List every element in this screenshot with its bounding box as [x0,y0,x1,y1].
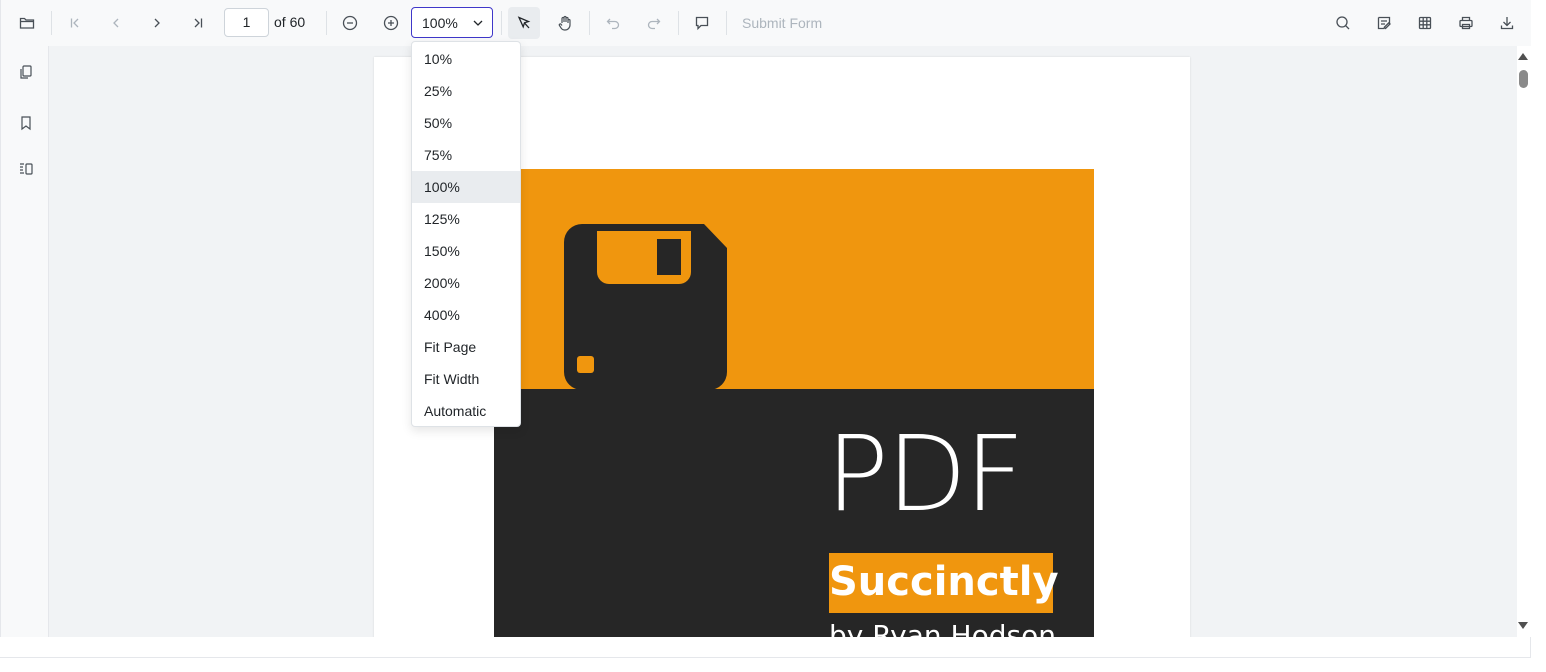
redo-button[interactable] [638,7,670,39]
toolbar-separator [678,11,679,35]
zoom-out-icon [342,15,358,31]
text-select-icon [517,16,531,29]
annotation-button[interactable] [1368,7,1400,39]
undo-icon [606,18,620,30]
first-page-icon [70,18,79,28]
form-designer-icon [1418,16,1432,30]
toolbar-separator [501,11,502,35]
scrollbar-thumb[interactable] [1519,70,1528,88]
previous-page-button[interactable] [100,7,132,39]
undo-button[interactable] [597,7,629,39]
open-file-button[interactable] [11,7,43,39]
redo-icon [647,18,661,30]
toolbar-separator [51,11,52,35]
zoom-option-selected[interactable]: 100% [412,171,520,203]
annotation-icon [1377,16,1391,30]
series-badge: Succinctly [829,553,1059,613]
zoom-value[interactable]: 100% [422,15,458,31]
cover-top-band [494,169,1094,390]
page-thumbnails-icon [20,65,32,79]
first-page-button[interactable] [59,7,91,39]
bookmarks-button[interactable] [10,107,42,139]
zoom-option[interactable]: 150% [412,235,520,267]
current-page-input[interactable]: 1 [224,8,269,37]
cover-title: PDF [826,413,1025,535]
vertical-scrollbar[interactable] [1517,46,1531,637]
floppy-disk-icon [564,224,727,390]
add-comment-button[interactable] [686,7,718,39]
zoom-in-button[interactable] [375,7,407,39]
zoom-option[interactable]: 200% [412,267,520,299]
author-line: by Ryan Hodson [829,619,1056,637]
pdf-viewer: 1 of 60 100% Submit Form PDF Succinctly … [0,0,1531,658]
previous-page-icon [113,18,119,28]
pan-mode-button[interactable] [549,7,581,39]
search-icon [1336,16,1350,30]
page-thumbnails-button[interactable] [10,56,42,88]
toolbar-separator [589,11,590,35]
zoom-option[interactable]: Fit Page [412,331,520,363]
zoom-option[interactable]: 125% [412,203,520,235]
toolbar-separator [326,11,327,35]
scroll-up-arrow-icon[interactable] [1518,53,1528,60]
zoom-option[interactable]: 10% [412,43,520,75]
organize-pages-button[interactable] [10,153,42,185]
navigation-sidebar [0,46,49,637]
chevron-down-icon[interactable] [470,15,486,31]
zoom-dropdown-menu: 10% 25% 50% 75% 100% 125% 150% 200% 400%… [411,41,521,427]
print-icon [1459,16,1473,30]
zoom-option[interactable]: 25% [412,75,520,107]
document-viewport[interactable]: PDF Succinctly by Ryan Hodson [49,46,1517,637]
zoom-option[interactable]: 75% [412,139,520,171]
last-page-icon [194,18,203,28]
print-button[interactable] [1450,7,1482,39]
zoom-out-button[interactable] [334,7,366,39]
main-toolbar: 1 of 60 100% Submit Form [0,0,1531,46]
zoom-option[interactable]: Fit Width [412,363,520,395]
folder-open-icon [19,17,35,29]
text-select-button[interactable] [508,7,540,39]
organize-pages-icon [20,163,33,175]
search-button[interactable] [1327,7,1359,39]
bookmark-icon [21,116,31,131]
toolbar-separator [726,11,727,35]
zoom-option[interactable]: 50% [412,107,520,139]
next-page-icon [154,18,160,28]
comment-icon [695,16,709,31]
zoom-option[interactable]: 400% [412,299,520,331]
zoom-in-icon [383,15,399,31]
zoom-option[interactable]: Automatic [412,395,520,427]
zoom-select[interactable]: 100% [411,7,493,38]
download-button[interactable] [1491,7,1523,39]
last-page-button[interactable] [182,7,214,39]
pan-hand-icon [558,15,571,31]
scroll-down-arrow-icon[interactable] [1518,622,1528,629]
page-count-label: of 60 [274,14,306,30]
download-icon [1500,17,1514,30]
form-designer-button[interactable] [1409,7,1441,39]
submit-form-button[interactable]: Submit Form [742,15,822,31]
next-page-button[interactable] [141,7,173,39]
